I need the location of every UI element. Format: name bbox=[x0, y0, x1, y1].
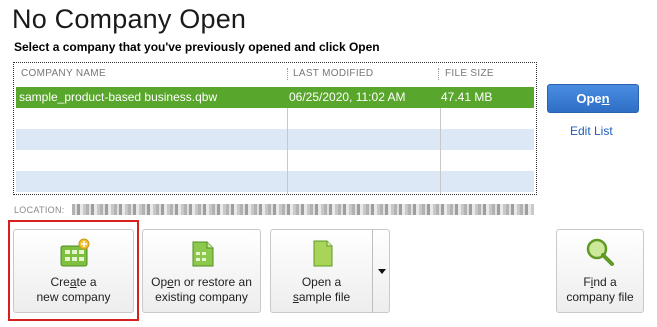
last-modified-cell: 06/25/2020, 11:02 AM bbox=[289, 90, 406, 104]
table-row-empty[interactable] bbox=[16, 129, 534, 150]
column-header-last-modified[interactable]: LAST MODIFIED bbox=[293, 63, 373, 85]
edit-list-link[interactable]: Edit List bbox=[570, 124, 613, 138]
open-button[interactable]: Open bbox=[547, 84, 639, 113]
tile-label-line1: Find a bbox=[583, 275, 617, 289]
table-row-empty[interactable] bbox=[16, 150, 534, 171]
tile-label-line1: Open or restore an bbox=[151, 275, 252, 289]
sample-file-dropdown[interactable] bbox=[372, 229, 390, 313]
table-row[interactable]: sample_product-based business.qbw 06/25/… bbox=[16, 87, 534, 108]
tile-label-line1: Open a bbox=[301, 275, 342, 289]
highlight-box bbox=[8, 220, 139, 321]
open-button-accelerator: n bbox=[601, 91, 610, 106]
open-restore-company-button[interactable]: Open or restore an existing company bbox=[142, 229, 261, 313]
tile-label-line2: sample file bbox=[292, 290, 351, 304]
chevron-down-icon bbox=[378, 269, 386, 274]
find-company-file-button[interactable]: Find a company file bbox=[556, 229, 644, 313]
open-button-label: Ope bbox=[576, 91, 602, 106]
column-separator bbox=[287, 68, 288, 80]
open-sample-file-button[interactable]: Open a sample file bbox=[270, 229, 373, 313]
table-row-empty[interactable] bbox=[16, 171, 534, 192]
tile-label-line2: existing company bbox=[155, 290, 248, 304]
column-divider bbox=[440, 108, 441, 194]
column-divider bbox=[287, 108, 288, 194]
column-header-company-name[interactable]: COMPANY NAME bbox=[21, 63, 106, 85]
tile-label-line2: company file bbox=[566, 290, 634, 304]
company-list-table: COMPANY NAME LAST MODIFIED FILE SIZE sam… bbox=[13, 62, 537, 195]
page-subtitle: Select a company that you've previously … bbox=[14, 40, 380, 54]
location-path-blurred bbox=[72, 204, 534, 215]
column-header-file-size[interactable]: FILE SIZE bbox=[445, 63, 494, 85]
sample-file-icon bbox=[305, 236, 339, 273]
location-label: LOCATION: bbox=[14, 205, 65, 215]
file-size-cell: 47.41 MB bbox=[441, 90, 493, 104]
column-separator bbox=[438, 68, 439, 80]
open-restore-icon bbox=[185, 236, 219, 273]
company-name-cell: sample_product-based business.qbw bbox=[19, 90, 218, 104]
page-title: No Company Open bbox=[12, 4, 247, 34]
table-row-empty[interactable] bbox=[16, 108, 534, 129]
find-magnifier-icon bbox=[583, 236, 617, 273]
